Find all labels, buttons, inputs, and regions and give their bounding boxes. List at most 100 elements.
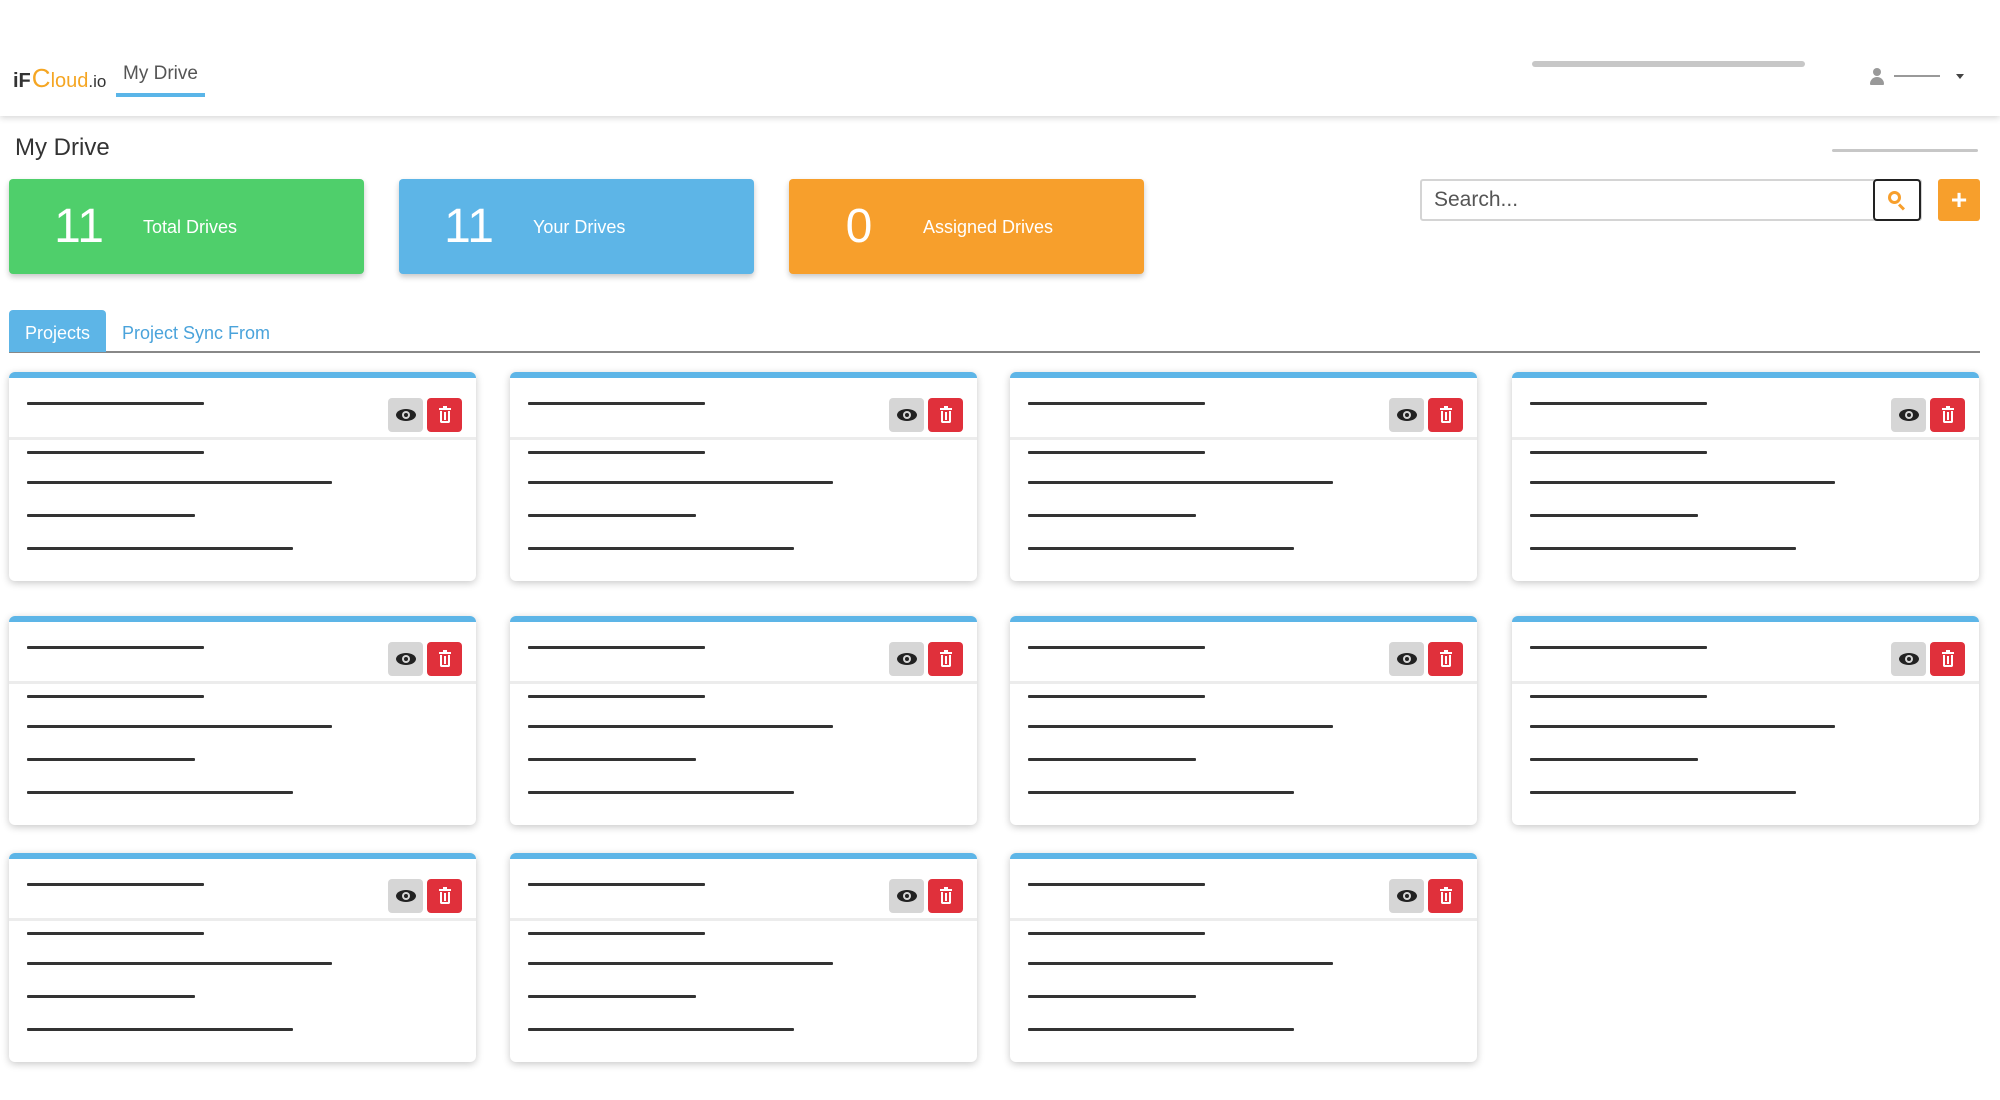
search-button[interactable] [1873, 179, 1921, 221]
project-detail-placeholder [1530, 791, 1796, 794]
project-detail-placeholder [1028, 995, 1196, 998]
project-detail-placeholder [27, 695, 204, 698]
project-detail-placeholder [27, 514, 195, 517]
stat-label: Your Drives [533, 217, 626, 237]
view-project-button[interactable] [1389, 879, 1424, 913]
project-title-placeholder [1028, 402, 1205, 405]
view-project-button[interactable] [388, 879, 423, 913]
project-title-placeholder [1530, 646, 1707, 649]
trash-icon [1941, 649, 1954, 667]
project-card-body [1010, 921, 1477, 1062]
delete-project-button[interactable] [928, 642, 963, 676]
logo-name: loud [50, 70, 89, 92]
project-card-body [9, 921, 476, 1062]
trash-icon [939, 886, 952, 904]
project-detail-placeholder [1028, 514, 1196, 517]
stat-label: Assigned Drives [923, 217, 1054, 237]
trash-icon [438, 886, 451, 904]
add-drive-button[interactable]: + [1938, 179, 1980, 221]
project-detail-placeholder [27, 962, 332, 965]
project-card-body [1010, 440, 1477, 581]
tab-projects[interactable]: Projects [9, 310, 106, 352]
delete-project-button[interactable] [427, 398, 462, 432]
project-card-header [1010, 622, 1477, 684]
view-project-button[interactable] [388, 642, 423, 676]
project-card-header [1512, 378, 1979, 440]
delete-project-button[interactable] [427, 642, 462, 676]
project-detail-placeholder [1028, 1028, 1294, 1031]
project-card-body [510, 440, 977, 581]
project-detail-placeholder [1530, 725, 1835, 728]
project-card-body [1010, 684, 1477, 825]
stat-value: 11 [444, 200, 494, 253]
project-detail-placeholder [1028, 758, 1196, 761]
project-detail-placeholder [1028, 451, 1205, 454]
delete-project-button[interactable] [1930, 642, 1965, 676]
nav-tab-my-drive[interactable]: My Drive [116, 56, 205, 97]
view-project-button[interactable] [1891, 398, 1926, 432]
project-card-body [1512, 440, 1979, 581]
project-detail-placeholder [27, 1028, 293, 1031]
view-project-button[interactable] [1389, 642, 1424, 676]
delete-project-button[interactable] [928, 879, 963, 913]
project-title-placeholder [27, 402, 204, 405]
view-project-button[interactable] [1891, 642, 1926, 676]
app-logo[interactable]: iF C loud .io [13, 63, 106, 93]
stat-assigned-drives: 0 Assigned Drives [789, 179, 1144, 274]
delete-project-button[interactable] [1428, 879, 1463, 913]
project-detail-placeholder [1530, 695, 1707, 698]
search-input[interactable] [1434, 181, 1874, 219]
tab-project-sync-from[interactable]: Project Sync From [122, 310, 272, 352]
view-project-button[interactable] [889, 398, 924, 432]
view-project-button[interactable] [889, 642, 924, 676]
project-detail-placeholder [528, 695, 705, 698]
trash-icon [438, 405, 451, 423]
project-detail-placeholder [27, 547, 293, 550]
trash-icon [1941, 405, 1954, 423]
logo-c: C [31, 63, 51, 93]
view-project-button[interactable] [889, 879, 924, 913]
search-box [1420, 179, 1922, 221]
project-detail-placeholder [1028, 481, 1333, 484]
project-card[interactable] [1010, 372, 1477, 581]
project-title-placeholder [27, 883, 204, 886]
delete-project-button[interactable] [427, 879, 462, 913]
eye-icon [1898, 409, 1919, 421]
delete-project-button[interactable] [1930, 398, 1965, 432]
project-card[interactable] [1512, 616, 1979, 825]
project-card[interactable] [9, 372, 476, 581]
view-project-button[interactable] [1389, 398, 1424, 432]
project-card[interactable] [510, 853, 977, 1062]
project-card-body [510, 684, 977, 825]
eye-icon [1898, 653, 1919, 665]
user-menu[interactable] [1870, 64, 1964, 88]
project-title-placeholder [1028, 646, 1205, 649]
project-card-header [510, 859, 977, 921]
project-card[interactable] [510, 372, 977, 581]
project-card-body [1512, 684, 1979, 825]
project-detail-placeholder [1028, 725, 1333, 728]
project-card-header [1010, 378, 1477, 440]
project-detail-placeholder [528, 481, 833, 484]
delete-project-button[interactable] [928, 398, 963, 432]
project-detail-placeholder [528, 514, 696, 517]
project-detail-placeholder [528, 932, 705, 935]
project-title-placeholder [528, 646, 705, 649]
project-card[interactable] [9, 853, 476, 1062]
header-placeholder-line [1832, 149, 1978, 152]
eye-icon [896, 653, 917, 665]
delete-project-button[interactable] [1428, 398, 1463, 432]
view-project-button[interactable] [388, 398, 423, 432]
project-detail-placeholder [528, 791, 794, 794]
project-detail-placeholder [1530, 514, 1698, 517]
project-card[interactable] [9, 616, 476, 825]
project-detail-placeholder [1028, 791, 1294, 794]
project-card[interactable] [510, 616, 977, 825]
project-detail-placeholder [528, 758, 696, 761]
project-detail-placeholder [1530, 758, 1698, 761]
project-card[interactable] [1010, 853, 1477, 1062]
trash-icon [939, 405, 952, 423]
project-card[interactable] [1010, 616, 1477, 825]
project-card[interactable] [1512, 372, 1979, 581]
delete-project-button[interactable] [1428, 642, 1463, 676]
